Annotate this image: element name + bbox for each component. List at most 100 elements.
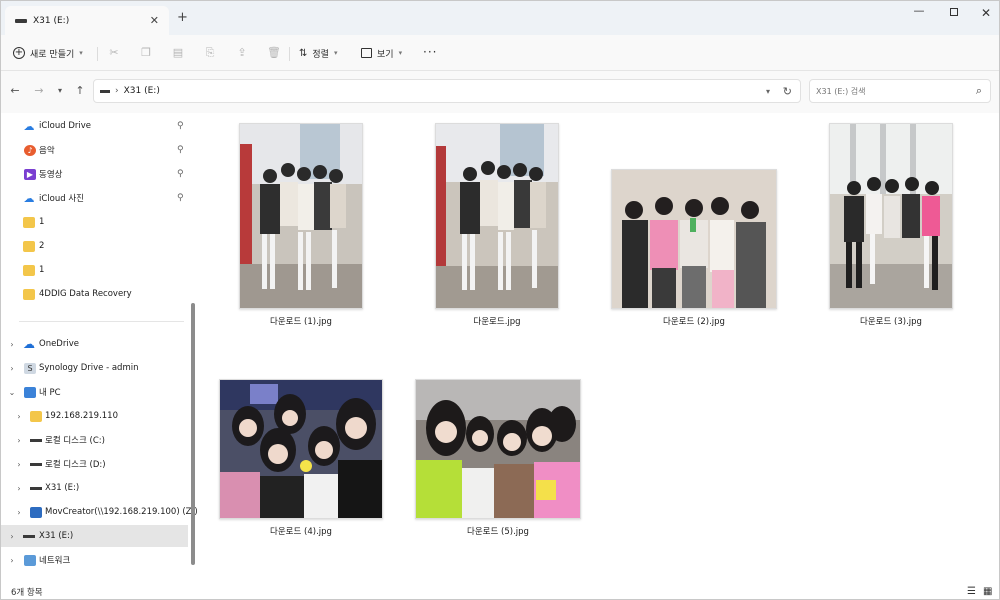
photo-thumbnail-graphic (830, 124, 952, 308)
photo-thumbnail-graphic (416, 380, 580, 518)
cut-icon[interactable]: ✂ (107, 46, 121, 59)
minimize-button[interactable]: — (909, 4, 929, 17)
chevron-right-icon[interactable]: › (7, 556, 17, 565)
sidebar-item-synology[interactable]: › S Synology Drive - admin (1, 357, 188, 379)
folder-icon (23, 240, 35, 252)
address-bar[interactable]: › X31 (E:) ▾ ↻ (93, 79, 801, 103)
pin-icon[interactable]: ⚲ (177, 145, 184, 155)
close-tab-icon[interactable]: ✕ (150, 14, 159, 27)
view-button[interactable]: 보기 ▾ (361, 44, 402, 62)
image-thumbnail[interactable] (611, 169, 777, 309)
sidebar-item-label: 1 (39, 217, 45, 227)
pin-icon[interactable]: ⚲ (177, 121, 184, 131)
image-thumbnail[interactable] (435, 123, 559, 309)
pin-icon[interactable]: ⚲ (177, 193, 184, 203)
sidebar-item-label: MovCreator(\\192.168.219.100) (Z:) (45, 507, 198, 517)
sidebar-item-x31-drive-pc[interactable]: › X31 (E:) (1, 477, 188, 499)
sort-label: 정렬 (312, 49, 329, 60)
sidebar-item-music[interactable]: ♪ 음악 ⚲ (1, 139, 188, 161)
tab-title: X31 (E:) (33, 15, 70, 26)
rename-icon[interactable]: ⎘ (203, 46, 217, 60)
sidebar-item-network[interactable]: › 네트워크 (1, 549, 188, 571)
sidebar-item-label: 1 (39, 265, 45, 275)
sidebar-item-label: 192.168.219.110 (45, 411, 119, 421)
folder-icon (23, 216, 35, 228)
drive-icon (30, 459, 42, 470)
new-tab-button[interactable]: + (177, 11, 188, 25)
breadcrumb-current[interactable]: X31 (E:) (124, 86, 160, 96)
chevron-right-icon[interactable]: › (14, 436, 24, 445)
share-icon[interactable]: ⇪ (235, 46, 249, 59)
close-window-button[interactable]: ✕ (976, 6, 996, 20)
forward-arrow-icon[interactable]: → (32, 84, 46, 97)
navigation-row: ← → ▾ ↑ › X31 (E:) ▾ ↻ ⌕ (1, 71, 999, 113)
chevron-right-icon[interactable]: › (7, 532, 17, 541)
details-view-icon[interactable]: ☰ (967, 586, 976, 597)
chevron-down-icon: ▾ (79, 49, 83, 57)
sidebar-item-x31-drive[interactable]: › X31 (E:) (1, 525, 188, 547)
delete-icon[interactable]: 🗑 (267, 46, 281, 59)
sidebar-item-label: Synology Drive - admin (39, 363, 139, 373)
title-bar: X31 (E:) ✕ + — ✕ (1, 1, 999, 35)
sidebar-item-local-disk-d[interactable]: › 로컬 디스크 (D:) (1, 453, 188, 475)
recent-locations-chevron-icon[interactable]: ▾ (53, 86, 67, 95)
search-icon[interactable]: ⌕ (976, 84, 982, 98)
sidebar-item-network-drive-z[interactable]: › MovCreator(\\192.168.219.100) (Z:) (1, 501, 198, 523)
breadcrumb-separator-icon: › (115, 86, 119, 96)
up-arrow-icon[interactable]: ↑ (73, 84, 87, 97)
photo-thumbnail-graphic (220, 380, 382, 518)
chevron-right-icon[interactable]: › (7, 364, 17, 373)
chevron-right-icon[interactable]: › (14, 412, 24, 421)
image-thumbnail[interactable] (829, 123, 953, 309)
sidebar-item-label: 2 (39, 241, 45, 251)
maximize-button[interactable] (944, 6, 964, 19)
navigation-pane: ☁ iCloud Drive ⚲ ♪ 음악 ⚲ ▶ 동영상 ⚲ ☁ iCloud… (1, 113, 199, 581)
more-options-button[interactable]: ··· (423, 43, 437, 61)
icloud-photos-icon: ☁ (23, 191, 35, 205)
file-name: 다운로드 (3).jpg (860, 317, 922, 327)
pin-icon[interactable]: ⚲ (177, 169, 184, 179)
sidebar-item-icloud-drive[interactable]: ☁ iCloud Drive ⚲ (1, 115, 188, 137)
address-history-chevron-icon[interactable]: ▾ (766, 87, 770, 96)
image-thumbnail[interactable] (239, 123, 363, 309)
new-item-button[interactable]: + 새로 만들기 ▾ (13, 44, 83, 62)
maximize-icon (950, 8, 958, 16)
image-thumbnail[interactable] (415, 379, 581, 519)
sidebar-item-network-location[interactable]: › 192.168.219.110 (1, 405, 188, 427)
tab-x31-drive[interactable]: X31 (E:) ✕ (5, 6, 169, 35)
chevron-right-icon[interactable]: › (7, 340, 17, 349)
video-icon: ▶ (24, 168, 36, 180)
pc-icon (24, 386, 36, 398)
sidebar-item-folder-2[interactable]: 2 (1, 235, 188, 257)
search-input[interactable] (816, 86, 966, 96)
chevron-down-icon[interactable]: ⌄ (7, 388, 17, 397)
chevron-right-icon[interactable]: › (14, 508, 24, 517)
file-name: 다운로드 (5).jpg (467, 527, 529, 537)
sidebar-item-videos[interactable]: ▶ 동영상 ⚲ (1, 163, 188, 185)
sort-button[interactable]: ⇅ 정렬 ▾ (299, 44, 337, 62)
sidebar-item-label: iCloud 사진 (39, 194, 84, 204)
sidebar-scrollbar[interactable] (191, 303, 195, 565)
plus-circle-icon: + (13, 47, 25, 59)
sidebar-item-this-pc[interactable]: ⌄ 내 PC (1, 381, 188, 403)
onedrive-icon: ☁ (23, 336, 35, 351)
sidebar-item-4ddig[interactable]: 4DDIG Data Recovery (1, 283, 188, 305)
network-icon (24, 554, 36, 566)
icloud-drive-icon: ☁ (23, 119, 35, 133)
sidebar-item-folder-1b[interactable]: 1 (1, 259, 188, 281)
sidebar-item-icloud-photos[interactable]: ☁ iCloud 사진 ⚲ (1, 187, 188, 209)
copy-icon[interactable]: ❐ (139, 46, 153, 59)
large-icons-view-icon[interactable]: ▦ (983, 586, 992, 597)
chevron-down-icon: ▾ (398, 49, 403, 57)
sidebar-item-local-disk-c[interactable]: › 로컬 디스크 (C:) (1, 429, 188, 451)
search-box[interactable]: ⌕ (809, 79, 991, 103)
sidebar-item-onedrive[interactable]: › ☁ OneDrive (1, 333, 188, 355)
paste-icon[interactable]: ▤ (171, 46, 185, 59)
image-thumbnail[interactable] (219, 379, 383, 519)
file-name: 다운로드.jpg (473, 317, 521, 327)
refresh-icon[interactable]: ↻ (783, 85, 792, 98)
chevron-right-icon[interactable]: › (14, 484, 24, 493)
sidebar-item-folder-1[interactable]: 1 (1, 211, 188, 233)
back-arrow-icon[interactable]: ← (8, 84, 22, 97)
chevron-right-icon[interactable]: › (14, 460, 24, 469)
